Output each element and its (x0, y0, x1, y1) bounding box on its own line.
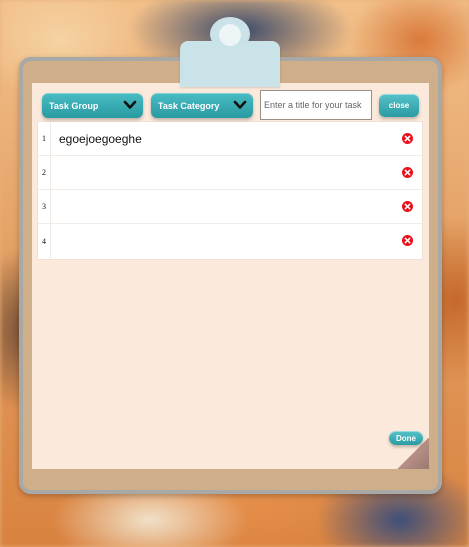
task-row-number: 2 (38, 156, 51, 189)
delete-task-button[interactable] (402, 133, 413, 144)
close-circle-icon (404, 135, 411, 142)
task-title-input[interactable] (260, 90, 372, 120)
close-circle-icon (404, 203, 411, 210)
task-list: 1 egoejoegoeghe 2 3 4 (38, 122, 422, 259)
close-circle-icon (404, 169, 411, 176)
done-button-label: Done (396, 433, 416, 443)
task-group-label: Task Group (49, 100, 99, 111)
task-row-text[interactable]: egoejoegoeghe (59, 122, 142, 155)
close-button[interactable]: close (379, 94, 419, 117)
task-row[interactable]: 2 (38, 156, 422, 190)
done-button[interactable]: Done (389, 431, 423, 445)
task-row[interactable]: 4 (38, 224, 422, 258)
close-circle-icon (404, 237, 411, 244)
task-category-dropdown[interactable]: Task Category (151, 93, 253, 118)
task-row[interactable]: 1 egoejoegoeghe (38, 122, 422, 156)
delete-task-button[interactable] (402, 235, 413, 246)
chevron-down-icon (123, 100, 137, 109)
delete-task-button[interactable] (402, 201, 413, 212)
task-row-number: 3 (38, 190, 51, 223)
close-button-label: close (388, 101, 410, 110)
clipboard-clip (180, 41, 280, 87)
task-group-dropdown[interactable]: Task Group (42, 93, 143, 118)
task-row[interactable]: 3 (38, 190, 422, 224)
chevron-down-icon (233, 100, 247, 109)
task-category-label: Task Category (158, 100, 220, 111)
delete-task-button[interactable] (402, 167, 413, 178)
task-row-number: 4 (38, 224, 51, 258)
clipboard-clip-hole (219, 24, 241, 46)
task-row-number: 1 (38, 122, 51, 155)
